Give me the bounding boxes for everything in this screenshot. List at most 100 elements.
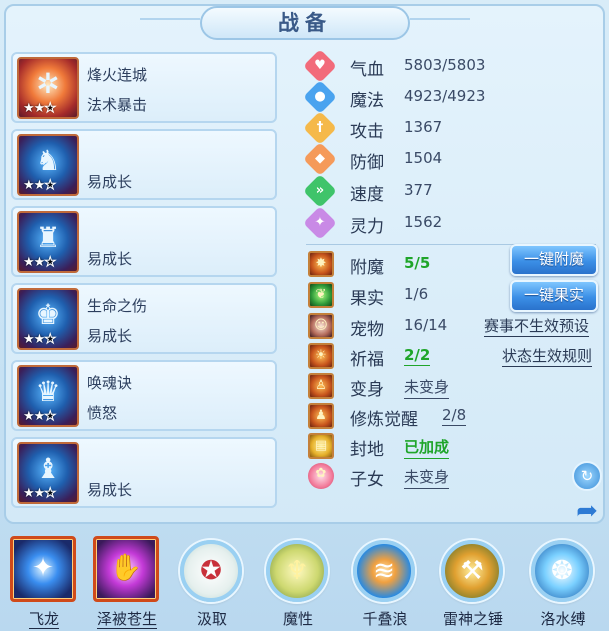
- equipment-slot[interactable]: ♜ ★★★ 易成长: [11, 206, 277, 277]
- skill-name: 魔性: [282, 610, 313, 628]
- stat-row-defense: ◆ 防御 1504: [303, 142, 596, 176]
- skill-zebei[interactable]: ✋ 泽被苍生: [91, 536, 163, 631]
- equipment-trait: 易成长: [87, 250, 133, 268]
- absorb-icon: ✪: [180, 540, 242, 602]
- hammer-icon: ⚒: [441, 540, 503, 602]
- effect-value: 5/5: [404, 254, 431, 272]
- skill-luoshuifu[interactable]: ❂ 洛水缚: [527, 536, 599, 631]
- effect-value[interactable]: 2/8: [442, 406, 467, 426]
- effect-value[interactable]: 2/2: [404, 346, 431, 366]
- skill-jiqu[interactable]: ✪ 汲取: [176, 536, 248, 631]
- equipment-slot[interactable]: ♝ ★★★ 易成长: [11, 437, 277, 508]
- star-rating: ★★★: [23, 101, 56, 117]
- skill-name: 雷神之锤: [442, 610, 503, 628]
- effect-row-land: ▤ 封地 已加成: [306, 432, 602, 460]
- effect-label: 附魔: [350, 258, 384, 278]
- stat-value: 4923/4923: [404, 87, 486, 105]
- skill-name: 汲取: [196, 610, 227, 628]
- awaken-icon: ♟: [308, 403, 334, 429]
- stat-label: 攻击: [350, 122, 384, 142]
- equipment-special: 生命之伤: [87, 297, 148, 315]
- page-title: 战备: [278, 11, 332, 35]
- stat-value: 5803/5803: [404, 56, 486, 74]
- effect-value[interactable]: 未变身: [404, 376, 450, 399]
- stat-row-attack: † 攻击 1367: [303, 111, 596, 145]
- event-preset-link[interactable]: 赛事不生效预设: [484, 315, 590, 337]
- equipment-trait: 易成长: [87, 327, 133, 345]
- effect-row-transform: ♙ 变身 未变身: [306, 372, 602, 400]
- stat-row-mp: ● 魔法 4923/4923: [303, 80, 596, 114]
- enchant-icon: ✸: [308, 251, 334, 277]
- stat-value: 1562: [404, 213, 443, 231]
- skill-name: 飞龙: [28, 610, 59, 629]
- skill-name: 泽被苍生: [96, 610, 157, 629]
- skill-leishen[interactable]: ⚒ 雷神之锤: [437, 536, 509, 631]
- one-click-enchant-button[interactable]: 一键附魔: [510, 244, 598, 276]
- equipment-slot[interactable]: ♛ ★★★ 唤魂诀 愤怒: [11, 360, 277, 431]
- share-icon[interactable]: ➦: [572, 496, 602, 526]
- title-wing-left: [140, 18, 200, 28]
- land-icon: ▤: [308, 433, 334, 459]
- stat-label: 气血: [350, 60, 384, 80]
- effect-value[interactable]: 已加成: [404, 436, 450, 459]
- blue-helmet-icon: ♞ ★★★: [17, 134, 79, 196]
- blue-armor-icon: ♝ ★★★: [17, 442, 79, 504]
- palm-icon: ✋: [93, 536, 159, 602]
- effect-value: 1/6: [404, 285, 429, 303]
- speed-icon: »: [303, 174, 337, 208]
- spirit-icon: ✦: [303, 206, 337, 240]
- equipment-slot[interactable]: ✲ ★★★ 烽火连城 法术暴击: [11, 52, 277, 123]
- fire-sword-icon: ✲ ★★★: [17, 57, 79, 119]
- wave-icon: ≋: [353, 540, 415, 602]
- effect-label: 修炼觉醒: [350, 410, 418, 430]
- mana-icon: ●: [303, 80, 337, 114]
- effect-label: 宠物: [350, 320, 384, 340]
- equipment-trait: 法术暴击: [87, 96, 148, 114]
- stat-value: 1504: [404, 149, 443, 167]
- stat-label: 魔法: [350, 91, 384, 111]
- effect-label: 变身: [350, 380, 384, 400]
- demon-icon: ♆: [266, 540, 328, 602]
- stat-value: 1367: [404, 118, 443, 136]
- pet-avatar-icon: ☺: [308, 313, 334, 339]
- skill-qiandielang[interactable]: ≋ 千叠浪: [349, 536, 421, 631]
- star-rating: ★★★: [23, 178, 56, 194]
- effect-value[interactable]: 未变身: [404, 466, 450, 489]
- one-click-fruit-button[interactable]: 一键果实: [510, 280, 598, 312]
- dragon-orb-icon: ✦: [10, 536, 76, 602]
- effect-row-awaken: ♟ 修炼觉醒 2/8: [306, 402, 602, 430]
- star-rating: ★★★: [23, 255, 56, 271]
- stat-row-hp: ♥ 气血 5803/5803: [303, 49, 596, 83]
- bless-icon: ☀: [308, 343, 334, 369]
- equipment-special: 烽火连城: [87, 66, 148, 84]
- skill-name: 千叠浪: [362, 610, 408, 628]
- effect-label: 祈福: [350, 350, 384, 370]
- equipment-trait: 易成长: [87, 173, 133, 191]
- skill-name: 洛水缚: [540, 610, 586, 628]
- title-bar: 战备: [140, 6, 470, 40]
- blue-armor-icon: ♛ ★★★: [17, 365, 79, 427]
- fruit-icon: ❦: [308, 282, 334, 308]
- shield-icon: ◆: [303, 142, 337, 176]
- transform-icon: ♙: [308, 373, 334, 399]
- blue-armor-icon: ♚ ★★★: [17, 288, 79, 350]
- child-icon: ✿: [308, 463, 334, 489]
- star-rating: ★★★: [23, 409, 56, 425]
- stat-row-speed: » 速度 377: [303, 174, 596, 208]
- water-bind-icon: ❂: [531, 540, 593, 602]
- refresh-icon[interactable]: ↻: [572, 461, 602, 491]
- star-rating: ★★★: [23, 332, 56, 348]
- effect-row-child: ✿ 子女 未变身: [306, 462, 602, 490]
- status-rules-link[interactable]: 状态生效规则: [502, 345, 593, 367]
- star-rating: ★★★: [23, 486, 56, 502]
- skill-moxing[interactable]: ♆ 魔性: [262, 536, 334, 631]
- equipment-slot[interactable]: ♞ ★★★ 易成长: [11, 129, 277, 200]
- effect-label: 子女: [350, 470, 384, 490]
- stat-label: 灵力: [350, 217, 384, 237]
- blue-helmet-icon: ♜ ★★★: [17, 211, 79, 273]
- equipment-slot[interactable]: ♚ ★★★ 生命之伤 易成长: [11, 283, 277, 354]
- equipment-trait: 愤怒: [87, 404, 118, 422]
- effect-label: 果实: [350, 289, 384, 309]
- sword-icon: †: [303, 111, 337, 145]
- skill-feilong[interactable]: ✦ 飞龙: [8, 536, 80, 631]
